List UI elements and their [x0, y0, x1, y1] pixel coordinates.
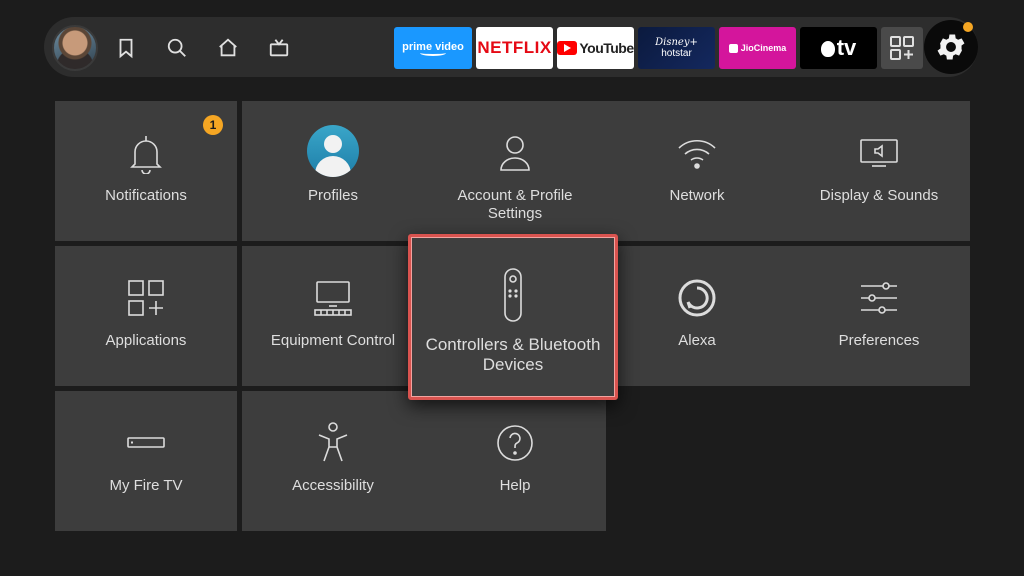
profile-icon: [303, 125, 363, 177]
bookmark-icon[interactable]: [111, 33, 141, 63]
equipment-icon: [303, 274, 363, 322]
tile-profiles[interactable]: Profiles: [242, 101, 424, 241]
tile-applications[interactable]: Applications: [55, 246, 237, 386]
tile-account-profile-settings[interactable]: Account & Profile Settings: [424, 101, 606, 241]
tile-preferences[interactable]: Preferences: [788, 246, 970, 386]
accessibility-icon: [303, 419, 363, 467]
tile-label: Equipment Control: [270, 332, 396, 349]
help-icon: [485, 419, 545, 467]
tile-label: Display & Sounds: [819, 187, 939, 204]
jiocinema-app[interactable]: JioCinema: [719, 27, 796, 69]
bell-icon: [116, 129, 176, 177]
remote-icon: [483, 267, 543, 323]
tile-label: Alexa: [678, 332, 716, 349]
youtube-app[interactable]: YouTube: [557, 27, 634, 69]
tile-label: Controllers & Bluetooth Devices: [425, 335, 601, 374]
apple-tv-label: tv: [836, 35, 857, 60]
hotstar-label-bottom: hotstar: [661, 48, 692, 59]
hotstar-app[interactable]: Disney+ hotstar: [638, 27, 715, 69]
tile-label: Notifications: [105, 187, 187, 204]
sliders-icon: [849, 274, 909, 322]
app-grid-icon: [890, 36, 914, 60]
apple-tv-app[interactable]: tv: [800, 27, 877, 69]
jiocinema-label: JioCinema: [740, 43, 787, 53]
all-apps-button[interactable]: [881, 27, 923, 69]
tile-equipment-control[interactable]: Equipment Control: [242, 246, 424, 386]
person-icon: [485, 129, 545, 177]
tile-label: Help: [499, 477, 531, 494]
notification-badge: 1: [203, 115, 223, 135]
tile-controllers-bluetooth-devices[interactable]: Controllers & Bluetooth Devices: [408, 234, 618, 400]
tile-network[interactable]: Network: [606, 101, 788, 241]
youtube-label: YouTube: [579, 40, 634, 56]
tile-notifications[interactable]: 1 Notifications: [55, 101, 237, 241]
prime-smile-icon: [420, 50, 446, 56]
settings-notification-dot: [963, 22, 973, 32]
jiocinema-logo-icon: [728, 43, 738, 53]
hotstar-label-top: Disney+: [655, 37, 698, 48]
tile-accessibility[interactable]: Accessibility: [242, 391, 424, 531]
gear-icon: [937, 34, 965, 60]
tile-my-fire-tv[interactable]: My Fire TV: [55, 391, 237, 531]
search-icon[interactable]: [162, 33, 192, 63]
wifi-icon: [667, 129, 727, 177]
user-avatar[interactable]: [52, 25, 98, 71]
tile-label: Network: [669, 187, 725, 204]
tile-label: Profiles: [307, 187, 359, 204]
apple-logo-icon: [820, 41, 835, 57]
tile-label: Accessibility: [292, 477, 374, 494]
netflix-label: NETFLIX: [477, 38, 552, 57]
tile-help[interactable]: Help: [424, 391, 606, 531]
display-sound-icon: [849, 129, 909, 177]
tile-alexa[interactable]: Alexa: [606, 246, 788, 386]
tile-label: Account & Profile Settings: [457, 187, 573, 222]
live-tv-icon[interactable]: [264, 33, 294, 63]
youtube-play-icon: [557, 41, 578, 55]
tile-display-sounds[interactable]: Display & Sounds: [788, 101, 970, 241]
tile-label: My Fire TV: [109, 477, 183, 494]
tile-label: Preferences: [838, 332, 920, 349]
prime-video-app[interactable]: prime video: [394, 27, 472, 69]
apps-icon: [116, 274, 176, 322]
alexa-icon: [667, 274, 727, 322]
netflix-app[interactable]: NETFLIX: [476, 27, 553, 69]
fire-tv-icon: [116, 419, 176, 467]
home-icon[interactable]: [213, 33, 243, 63]
tile-label: Applications: [105, 332, 187, 349]
